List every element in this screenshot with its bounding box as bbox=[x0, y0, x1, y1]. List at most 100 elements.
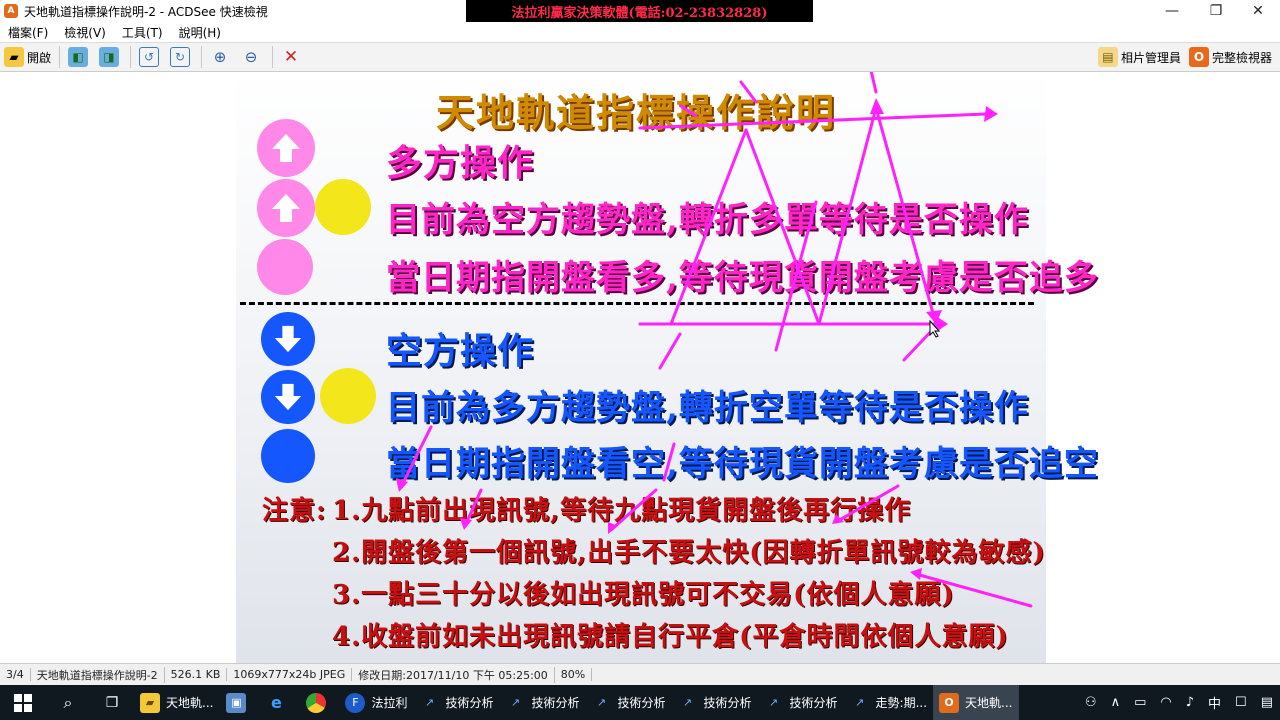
taskbar-label: 天地軌... bbox=[166, 696, 214, 710]
status-bar: 3/4 天地軌道指標操作說明-2 526.1 KB 1069x777x24b J… bbox=[0, 663, 1280, 685]
photo-manager-button[interactable]: ▤ 相片管理員 bbox=[1094, 45, 1185, 69]
status-dims: 1069x777x24b JPEG bbox=[227, 668, 353, 681]
notifications-icon[interactable]: ▤ bbox=[1261, 695, 1273, 710]
taskbar-item-analysis-5[interactable]: ↗ 技術分析 bbox=[758, 685, 844, 720]
open-button[interactable]: ▰ 開啟 bbox=[0, 45, 55, 69]
status-modified: 修改日期:2017/11/10 下午 05:25:00 bbox=[352, 666, 555, 683]
people-icon[interactable]: ⚇ bbox=[1085, 695, 1097, 710]
status-index: 3/4 bbox=[0, 668, 31, 681]
zoom-in-button[interactable]: ⊕ bbox=[206, 45, 237, 69]
annotation-line bbox=[658, 332, 682, 370]
delete-x-icon: ✕ bbox=[283, 47, 299, 67]
taskbar-label: 走勢:期... bbox=[875, 696, 928, 710]
acdsee-icon: A bbox=[4, 4, 18, 18]
wifi-icon[interactable]: ◠ bbox=[1160, 695, 1171, 710]
folder-open-icon: ▰ bbox=[4, 47, 24, 67]
ime-indicator[interactable]: 中 bbox=[1208, 693, 1221, 712]
window-title: 天地軌道指標操作說明-2 - ACDSee 快速檢視 bbox=[24, 4, 268, 19]
taskbar-item-acdsee[interactable]: O 天地軌... bbox=[933, 685, 1019, 720]
restore-button[interactable]: ❐ bbox=[1194, 0, 1238, 22]
chart-app-icon: ↗ bbox=[854, 696, 865, 709]
menu-bar: 檔案(F) 檢視(V) 工具(T) 說明(H) bbox=[0, 22, 1280, 42]
minimize-button[interactable]: — bbox=[1150, 0, 1194, 22]
network-icon: ▣ bbox=[226, 692, 247, 713]
annotation-line bbox=[874, 106, 938, 326]
separator bbox=[130, 46, 132, 68]
annotation-arrows bbox=[396, 72, 1033, 608]
taskbar-item-chrome[interactable] bbox=[299, 685, 339, 720]
slide-image: 天地軌道指標操作說明 多方操作 目前為空方趨勢盤,轉折多單等待是否操作 當日期指… bbox=[236, 72, 1098, 663]
taskbar-item-folder[interactable]: ▰ 天地軌... bbox=[134, 685, 219, 720]
chart-app-icon: ↗ bbox=[596, 696, 607, 709]
annotation-line bbox=[834, 484, 900, 524]
annotation-line bbox=[399, 425, 433, 489]
arrowhead bbox=[460, 518, 472, 530]
menu-file[interactable]: 檔案(F) bbox=[8, 24, 48, 41]
taskbar-item-network[interactable]: ▣ bbox=[219, 685, 259, 720]
taskbar-item-analysis-1[interactable]: ↗ 技術分析 bbox=[413, 685, 499, 720]
annotation-line bbox=[638, 112, 988, 130]
full-viewer-button[interactable]: O 完整檢視器 bbox=[1185, 45, 1276, 69]
search-icon[interactable]: ⌕ bbox=[46, 685, 90, 720]
taskbar-label: 技術分析 bbox=[617, 696, 666, 710]
taskbar-label: 技術分析 bbox=[703, 696, 752, 710]
annotation-line bbox=[464, 488, 483, 526]
status-zoom: 80% bbox=[555, 668, 593, 681]
next-image-button[interactable]: ◨ bbox=[95, 45, 126, 69]
annotation-line bbox=[609, 488, 658, 532]
menu-view[interactable]: 檢視(V) bbox=[64, 24, 106, 41]
rotate-right-button[interactable]: ↻ bbox=[166, 45, 197, 69]
ferrari-app-icon: F bbox=[345, 692, 366, 713]
separator bbox=[201, 46, 203, 68]
full-viewer-label: 完整檢視器 bbox=[1211, 50, 1272, 65]
taskbar-item-analysis-2[interactable]: ↗ 技術分析 bbox=[499, 685, 585, 720]
annotation-line bbox=[662, 442, 676, 482]
taskbar-item-trend[interactable]: ↗ 走勢:期... bbox=[844, 685, 934, 720]
zoom-out-button[interactable]: ⊖ bbox=[237, 45, 268, 69]
battery-icon[interactable]: ▭ bbox=[1134, 695, 1146, 710]
banner: 法拉利贏家決策軟體(電話:02-23832828) bbox=[466, 0, 813, 22]
system-tray: ⚇ ∧ ▭ ◠ ♪ 中 ☐ ▤ bbox=[1078, 685, 1280, 720]
ime-mode-icon[interactable]: ☐ bbox=[1235, 695, 1247, 710]
image-forward-icon: ◨ bbox=[99, 47, 120, 67]
menu-tools[interactable]: 工具(T) bbox=[122, 24, 163, 41]
acdsee-icon: O bbox=[939, 692, 960, 713]
annotation-line bbox=[669, 128, 748, 326]
toolbar: ▰ 開啟 ◧ ◨ ↺ ↻ ⊕ ⊖ ✕ ▤ 相片管理員 O 完整檢視器 bbox=[0, 42, 1280, 72]
rotate-left-icon: ↺ bbox=[139, 47, 160, 67]
close-button[interactable]: ✕ bbox=[1236, 0, 1280, 22]
annotation-line bbox=[679, 104, 698, 118]
annotation-line bbox=[869, 72, 878, 94]
annotation-line bbox=[739, 80, 758, 104]
delete-button[interactable]: ✕ bbox=[277, 45, 308, 69]
taskbar-label: 天地軌... bbox=[965, 696, 1013, 710]
rotate-right-icon: ↻ bbox=[170, 47, 191, 67]
zoom-out-icon: ⊖ bbox=[244, 48, 258, 66]
volume-icon[interactable]: ♪ bbox=[1186, 695, 1194, 710]
rotate-left-button[interactable]: ↺ bbox=[135, 45, 166, 69]
open-label: 開啟 bbox=[27, 50, 52, 65]
separator bbox=[59, 46, 61, 68]
status-size: 526.1 KB bbox=[165, 668, 228, 681]
folder-icon: ▰ bbox=[140, 692, 160, 713]
status-filename: 天地軌道指標操作說明-2 bbox=[31, 666, 165, 683]
separator bbox=[272, 46, 274, 68]
taskbar-item-analysis-4[interactable]: ↗ 技術分析 bbox=[672, 685, 758, 720]
previous-image-button[interactable]: ◧ bbox=[64, 45, 95, 69]
task-view-icon[interactable]: ❐ bbox=[90, 685, 134, 720]
taskbar-item-ferrari[interactable]: F 法拉利 bbox=[339, 685, 413, 720]
chart-app-icon: ↗ bbox=[682, 696, 693, 709]
taskbar-label: 技術分析 bbox=[531, 696, 580, 710]
taskbar-label: 法拉利 bbox=[371, 696, 408, 710]
menu-help[interactable]: 說明(H) bbox=[179, 24, 221, 41]
arrowhead bbox=[984, 106, 998, 122]
ie-icon: e bbox=[271, 693, 282, 712]
photo-manager-icon: ▤ bbox=[1097, 47, 1118, 67]
start-button[interactable] bbox=[0, 685, 46, 720]
arrowhead bbox=[870, 98, 884, 114]
taskbar-item-ie[interactable]: e bbox=[259, 685, 299, 720]
windows-icon bbox=[14, 693, 32, 712]
taskbar-item-analysis-3[interactable]: ↗ 技術分析 bbox=[586, 685, 672, 720]
chevron-up-icon[interactable]: ∧ bbox=[1111, 695, 1121, 710]
full-viewer-icon: O bbox=[1188, 47, 1209, 67]
